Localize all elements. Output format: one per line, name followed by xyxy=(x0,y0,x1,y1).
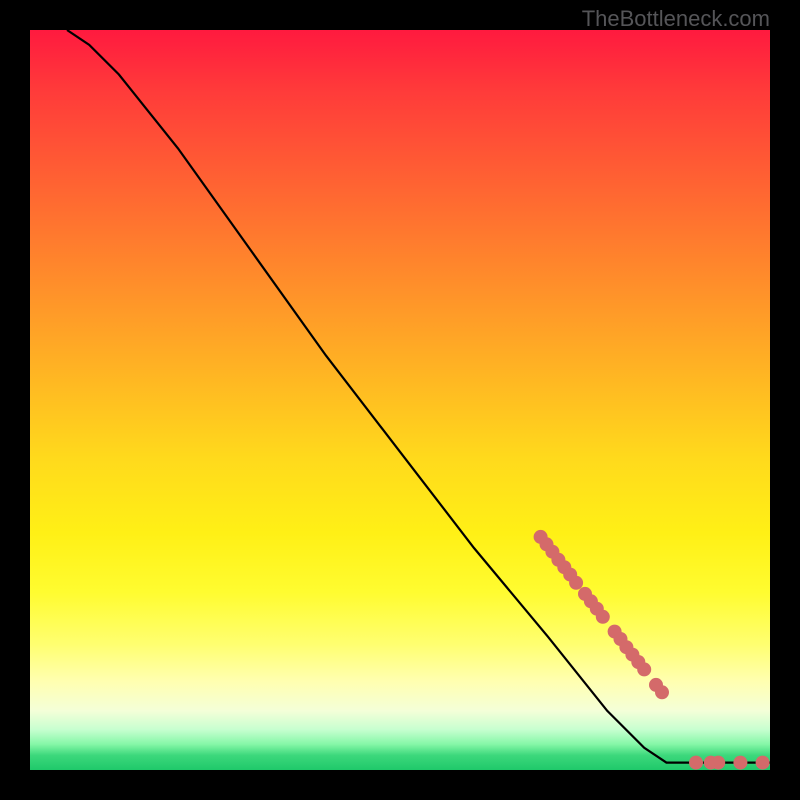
performance-curve xyxy=(67,30,770,763)
curve-marker xyxy=(689,756,703,770)
curve-marker xyxy=(733,756,747,770)
curve-marker xyxy=(756,756,770,770)
curve-marker xyxy=(569,576,583,590)
curve-marker xyxy=(655,685,669,699)
curve-svg xyxy=(30,30,770,770)
plot-area xyxy=(30,30,770,770)
curve-markers xyxy=(534,530,770,770)
chart-frame: TheBottleneck.com xyxy=(0,0,800,800)
curve-marker xyxy=(596,610,610,624)
curve-marker xyxy=(711,756,725,770)
attribution-text: TheBottleneck.com xyxy=(582,6,770,32)
curve-marker xyxy=(637,662,651,676)
